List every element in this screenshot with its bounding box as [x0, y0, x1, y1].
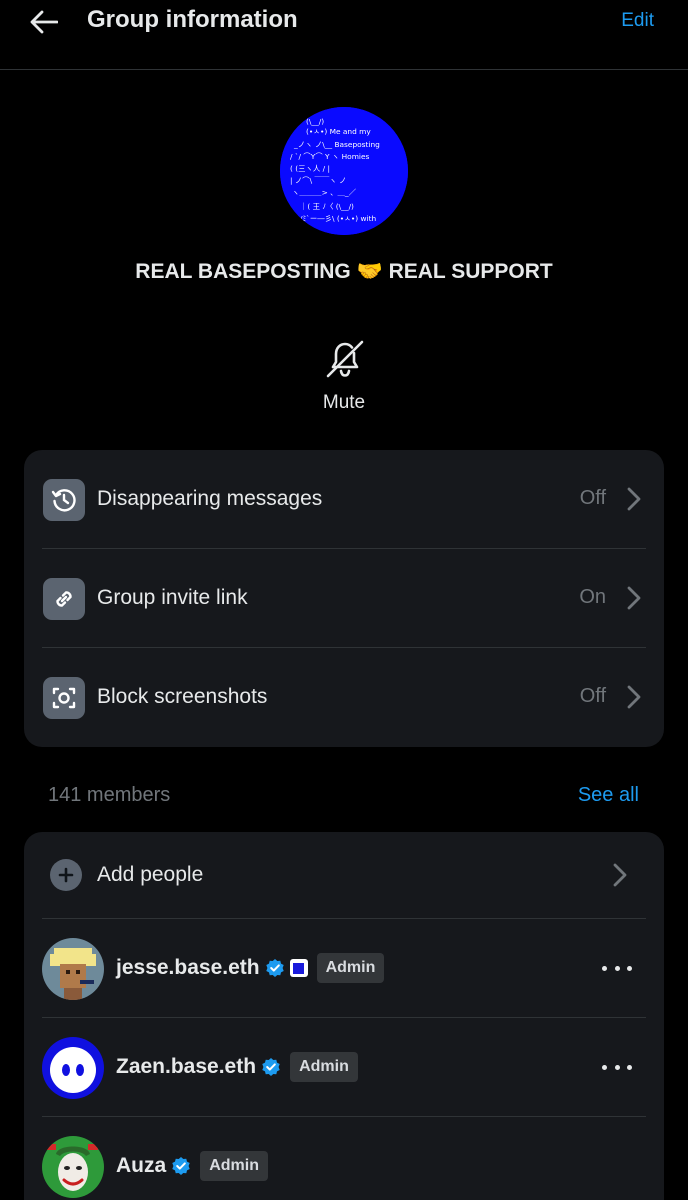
timer-icon — [43, 479, 85, 521]
row-label: Group invite link — [97, 586, 248, 609]
affiliate-badge-icon — [289, 959, 308, 977]
members-card: Add people jesse.base.eth Admin Zaen.bas… — [24, 832, 664, 1200]
verified-badge-icon — [172, 1157, 190, 1175]
avatar-text-line: | ノ⌒\ ￣￣ヽ ノ — [290, 176, 346, 185]
member-row[interactable]: Auza Admin — [42, 1117, 646, 1200]
chevron-right-icon — [613, 863, 627, 887]
more-options-icon[interactable] — [602, 1054, 632, 1080]
add-people-row[interactable]: Add people — [42, 832, 646, 918]
avatar-text-line: ｜( 王 ﾉ〈 (\__/) — [300, 202, 354, 211]
member-row[interactable]: jesse.base.eth Admin — [42, 919, 646, 1018]
row-value: Off — [579, 487, 606, 509]
row-label: Block screenshots — [97, 685, 268, 708]
more-options-icon[interactable] — [602, 955, 632, 981]
arrow-left-icon — [30, 10, 58, 34]
verified-badge-icon — [262, 1058, 280, 1076]
avatar-text-line: ヽ＿＿＿> 、＿_／ — [292, 188, 357, 197]
avatar[interactable] — [42, 938, 104, 1000]
member-name-line: Auza Admin — [116, 1150, 268, 1182]
row-label: Disappearing messages — [97, 487, 323, 510]
group-invite-link-row[interactable]: Group invite link On — [42, 549, 646, 648]
avatar-text-line: (•ㅅ•) Me and my — [306, 127, 371, 136]
avatar[interactable] — [42, 1136, 104, 1198]
block-screenshots-row[interactable]: Block screenshots Off — [42, 648, 646, 747]
row-value: On — [579, 586, 606, 608]
bell-off-icon — [326, 340, 364, 378]
avatar-text-line: (\__/) — [306, 117, 324, 126]
plus-icon — [50, 859, 82, 891]
member-name[interactable]: jesse.base.eth — [116, 956, 260, 980]
avatar-text-line: / `/ ⌒Y⌒ Y ヽ Homies — [290, 152, 370, 161]
admin-badge: Admin — [316, 953, 385, 983]
mute-button[interactable]: Mute — [304, 334, 384, 418]
group-avatar[interactable]: (\__/) (•ㅅ•) Me and my _ノヽ ノ\__ Basepost… — [280, 107, 408, 235]
chevron-right-icon — [627, 586, 641, 610]
avatar-text-line: _ノヽ ノ\__ Baseposting — [293, 140, 380, 149]
page-title: Group information — [87, 6, 298, 33]
admin-badge: Admin — [290, 1052, 358, 1082]
screenshot-icon — [43, 677, 85, 719]
group-name: REAL BASEPOSTING 🤝 REAL SUPPORT — [135, 260, 553, 283]
member-name[interactable]: Zaen.base.eth — [116, 1055, 256, 1079]
admin-badge: Admin — [200, 1151, 268, 1181]
chevron-right-icon — [627, 685, 641, 709]
member-row[interactable]: Zaen.base.eth Admin — [42, 1018, 646, 1117]
avatar-text-line: ( (三ヽ人 / | — [290, 164, 330, 173]
top-bar: Group information Edit — [0, 0, 688, 70]
group-avatar-art: (\__/) (•ㅅ•) Me and my _ノヽ ノ\__ Basepost… — [280, 107, 408, 235]
link-icon — [43, 578, 85, 620]
members-count: 141 members — [48, 784, 171, 806]
settings-card: Disappearing messages Off Group invite l… — [24, 450, 664, 747]
member-name-line: jesse.base.eth Admin — [116, 952, 385, 984]
see-all-link[interactable]: See all — [578, 784, 639, 807]
avatar[interactable] — [42, 1037, 104, 1099]
chevron-right-icon — [627, 487, 641, 511]
mute-label: Mute — [322, 392, 366, 413]
row-value: Off — [579, 685, 606, 707]
add-people-label: Add people — [97, 863, 204, 886]
disappearing-messages-row[interactable]: Disappearing messages Off — [42, 450, 646, 549]
member-name-line: Zaen.base.eth Admin — [116, 1051, 358, 1083]
member-name[interactable]: Auza — [116, 1154, 166, 1178]
back-button[interactable] — [26, 4, 62, 40]
edit-button[interactable]: Edit — [621, 10, 654, 32]
verified-badge-icon — [265, 959, 284, 977]
avatar-text-line: /ﾐ`ー―彡\ (•ㅅ•) with — [300, 214, 377, 223]
